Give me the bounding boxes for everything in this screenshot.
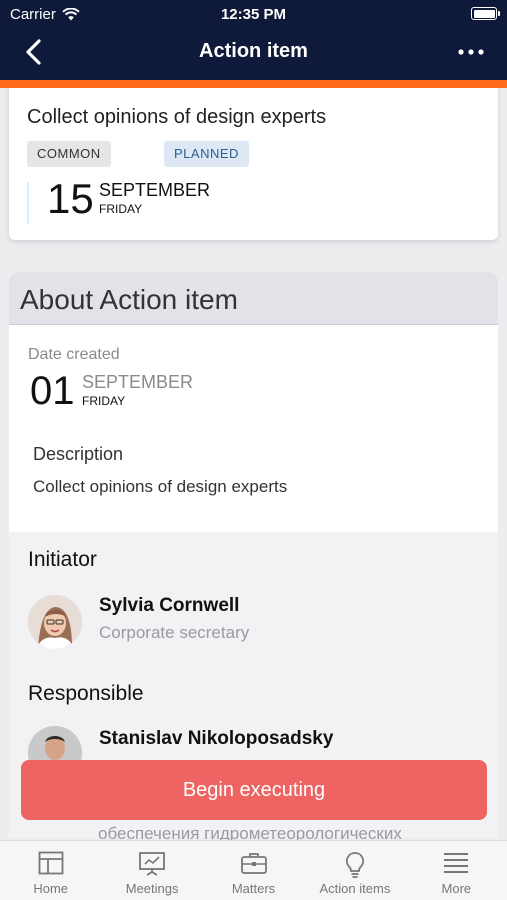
tab-meetings-label: Meetings — [125, 881, 179, 896]
tag-common: COMMON — [27, 141, 111, 167]
tab-bar: Home Meetings Matters Action items More — [0, 840, 507, 900]
tag-planned: PLANNED — [164, 141, 249, 167]
tab-action-items-label: Action items — [319, 881, 391, 896]
card-accent-strip — [9, 84, 498, 88]
item-title: Collect opinions of design experts — [27, 106, 327, 128]
description-label: Description — [33, 444, 124, 464]
about-card: About Action item Date created 01 SEPTEM… — [9, 272, 498, 532]
battery-icon — [471, 7, 500, 20]
home-icon — [38, 851, 64, 875]
tab-more-label: More — [441, 881, 472, 896]
status-bar: Carrier 12:35 PM — [0, 0, 507, 28]
tab-home[interactable]: Home — [0, 841, 101, 900]
meetings-icon — [139, 852, 166, 876]
top-bar: Carrier 12:35 PM Action item — [0, 0, 507, 80]
tab-matters[interactable]: Matters — [203, 841, 304, 900]
tab-matters-label: Matters — [231, 881, 276, 896]
due-month: SEPTEMBER — [99, 180, 211, 200]
date-created-label: Date created — [28, 346, 120, 363]
more-dots-icon[interactable] — [457, 42, 485, 62]
item-summary-card: Collect opinions of design experts COMMO… — [9, 84, 498, 240]
date-divider — [27, 182, 29, 224]
responsible-heading: Responsible — [28, 682, 144, 705]
due-day: 15 — [47, 175, 94, 222]
page-title: Action item — [199, 40, 308, 62]
initiator-role: Corporate secretary — [99, 623, 250, 642]
tab-more[interactable]: More — [406, 841, 507, 900]
initiator-name[interactable]: Sylvia Cornwell — [99, 595, 239, 617]
clock: 12:35 PM — [220, 6, 287, 23]
created-month: SEPTEMBER — [82, 372, 194, 392]
lightbulb-icon — [345, 852, 364, 878]
briefcase-icon — [240, 853, 267, 874]
begin-executing-button[interactable]: Begin executing — [21, 760, 487, 820]
created-weekday: FRIDAY — [82, 394, 126, 408]
about-header: About Action item — [9, 272, 498, 325]
nav-bar: Action item — [0, 28, 507, 76]
initiator-avatar-image — [28, 595, 82, 649]
responsible-name[interactable]: Stanislav Nikoloposadsky — [99, 728, 333, 750]
about-title: About Action item — [20, 284, 238, 315]
tab-action-items[interactable]: Action items — [304, 841, 405, 900]
menu-icon — [444, 853, 469, 873]
tab-meetings[interactable]: Meetings — [101, 841, 202, 900]
tab-home-label: Home — [33, 881, 69, 896]
created-day: 01 — [30, 369, 75, 413]
initiator-heading: Initiator — [28, 548, 97, 571]
description-text: Collect opinions of design experts — [33, 477, 288, 496]
due-weekday: FRIDAY — [99, 202, 143, 216]
initiator-avatar[interactable] — [28, 595, 82, 649]
